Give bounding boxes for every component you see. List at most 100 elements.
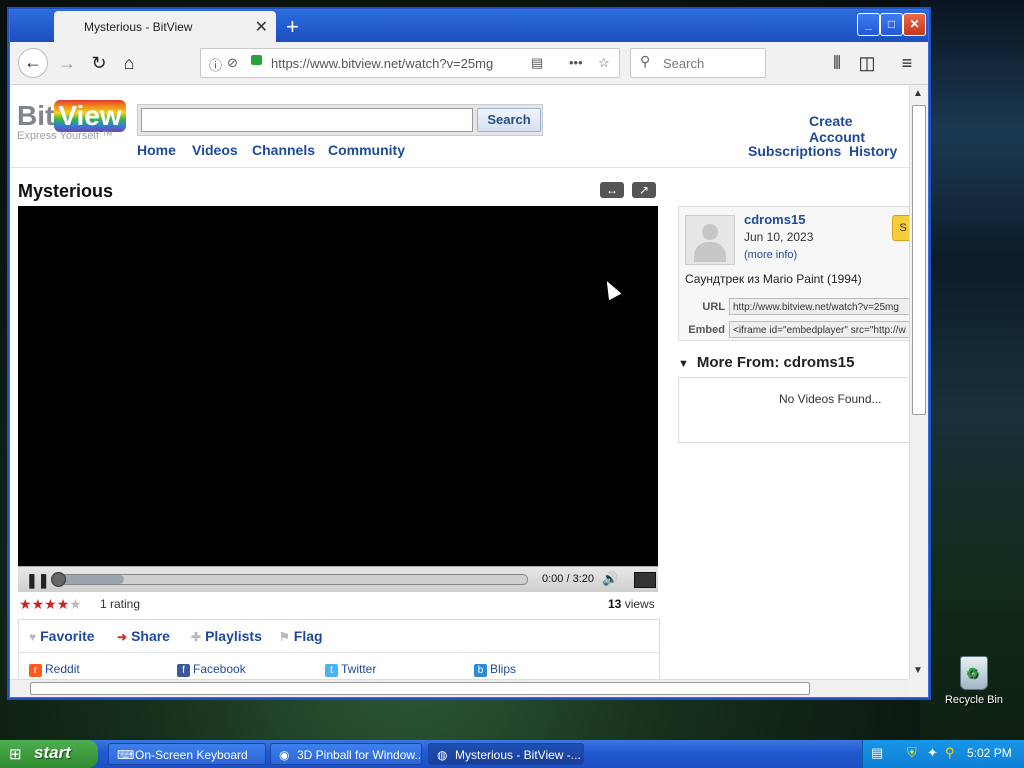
update-icon[interactable]: ✦ bbox=[927, 745, 938, 761]
favorite-label: Favorite bbox=[40, 628, 95, 644]
forward-button[interactable]: → bbox=[54, 50, 80, 76]
taskbar-item-pinball[interactable]: ◉ 3D Pinball for Window... bbox=[270, 743, 422, 765]
reader-view-icon[interactable]: ▤ bbox=[531, 55, 543, 71]
browser-tab[interactable]: Mysterious - BitView ✕ bbox=[54, 11, 276, 42]
recycle-bin-icon: ♻ bbox=[960, 656, 988, 690]
share-reddit[interactable]: r Reddit bbox=[29, 662, 80, 677]
nav-community[interactable]: Community bbox=[328, 142, 405, 158]
volume-icon[interactable]: 🔊 bbox=[602, 571, 618, 587]
security-shield-icon[interactable]: ⛨ bbox=[907, 745, 917, 761]
star-icon[interactable]: ★ bbox=[19, 596, 32, 612]
widescreen-toggle-icon[interactable]: ↔ bbox=[600, 182, 624, 198]
vertical-scrollbar[interactable]: ▲ ▼ bbox=[909, 85, 927, 679]
share-twitter[interactable]: t Twitter bbox=[325, 662, 376, 677]
view-count-label: views bbox=[624, 597, 655, 611]
firefox-icon: ◍ bbox=[437, 748, 448, 762]
blips-icon: b bbox=[474, 664, 487, 677]
window-titlebar: Mysterious - BitView ✕ + _ □ ✕ bbox=[10, 10, 928, 42]
playlists-button[interactable]: ✚ Playlists bbox=[191, 628, 262, 644]
reload-button[interactable]: ↻ bbox=[86, 50, 112, 76]
sidebar-icon[interactable]: ◫ bbox=[854, 50, 880, 76]
vertical-scroll-thumb[interactable] bbox=[912, 105, 926, 415]
url-field[interactable]: http://www.bitview.net/watch?v=25mg bbox=[729, 298, 909, 315]
bitview-logo[interactable]: Bit View Express Yourself ™ bbox=[17, 100, 126, 142]
taskbar-item-label: 3D Pinball for Window... bbox=[297, 748, 422, 762]
taskbar-item-keyboard[interactable]: ⌨ On-Screen Keyboard bbox=[108, 743, 266, 765]
fullscreen-icon[interactable] bbox=[634, 572, 656, 588]
star-icon[interactable]: ★ bbox=[57, 596, 70, 612]
minimize-button[interactable]: _ bbox=[857, 13, 880, 36]
pause-icon[interactable]: ❚❚ bbox=[26, 572, 49, 589]
star-icon[interactable]: ★ bbox=[69, 596, 82, 612]
collapse-triangle-icon[interactable]: ▼ bbox=[678, 358, 689, 370]
horizontal-scroll-thumb[interactable] bbox=[30, 682, 810, 695]
page-viewport: Bit View Express Yourself ™ Search Home V… bbox=[10, 85, 909, 679]
address-bar[interactable]: ⓘ ⊘ https://www.bitview.net/watch?v=25mg… bbox=[200, 48, 620, 78]
popout-icon[interactable]: ↗ bbox=[632, 182, 656, 198]
tracking-icon[interactable]: ⊘ bbox=[227, 55, 238, 71]
search-tray-icon[interactable]: ⚲ bbox=[945, 745, 955, 761]
star-icon[interactable]: ★ bbox=[44, 596, 57, 612]
embed-field[interactable]: <iframe id="embedplayer" src="http://w bbox=[729, 321, 909, 338]
browser-toolbar: ← → ↻ ⌂ ⓘ ⊘ https://www.bitview.net/watc… bbox=[10, 42, 928, 85]
site-search-button[interactable]: Search bbox=[477, 108, 541, 132]
search-placeholder: Search bbox=[663, 56, 705, 71]
create-account-link[interactable]: Create Account bbox=[809, 113, 909, 145]
twitter-icon: t bbox=[325, 664, 338, 677]
start-button[interactable]: ⊞ start bbox=[0, 740, 98, 768]
more-from-header[interactable]: ▼ More From: cdroms15 bbox=[678, 354, 854, 371]
star-icon[interactable]: ★ bbox=[32, 596, 45, 612]
library-icon[interactable]: ⫴ bbox=[824, 50, 850, 76]
taskbar-item-bitview[interactable]: ◍ Mysterious - BitView -... bbox=[428, 743, 584, 765]
favorite-button[interactable]: ♥ Favorite bbox=[29, 628, 95, 644]
history-link[interactable]: History bbox=[849, 143, 897, 159]
home-button[interactable]: ⌂ bbox=[116, 50, 142, 76]
video-description: Саундтрек из Mario Paint (1994) bbox=[685, 272, 862, 286]
menu-icon[interactable]: ≡ bbox=[894, 50, 920, 76]
view-count: 13 views bbox=[608, 597, 655, 611]
info-icon[interactable]: ⓘ bbox=[209, 55, 222, 74]
back-button[interactable]: ← bbox=[18, 48, 48, 78]
nav-channels[interactable]: Channels bbox=[252, 142, 315, 158]
subscribe-button[interactable]: S bbox=[892, 215, 909, 241]
network-icon[interactable]: ▤ bbox=[871, 745, 883, 761]
start-label: start bbox=[34, 743, 71, 762]
lock-icon bbox=[251, 55, 262, 65]
share-button[interactable]: ➜ Share bbox=[117, 628, 170, 644]
new-tab-button[interactable]: + bbox=[286, 14, 299, 40]
clock: 5:02 PM bbox=[967, 746, 1012, 760]
maximize-button[interactable]: □ bbox=[880, 13, 903, 36]
video-actions: ♥ Favorite ➜ Share ✚ Playlists ⚑ Flag r Reddi… bbox=[18, 619, 660, 679]
bookmark-star-icon[interactable]: ☆ bbox=[598, 55, 610, 71]
horizontal-scrollbar[interactable] bbox=[10, 679, 909, 697]
scroll-down-icon[interactable]: ▼ bbox=[913, 665, 923, 676]
page-actions-icon[interactable]: ••• bbox=[569, 55, 583, 70]
scroll-up-icon[interactable]: ▲ bbox=[913, 88, 923, 99]
flag-button[interactable]: ⚑ Flag bbox=[279, 628, 323, 644]
nav-home[interactable]: Home bbox=[137, 142, 176, 158]
site-search-input[interactable] bbox=[141, 108, 473, 132]
uploader-name[interactable]: cdroms15 bbox=[744, 212, 805, 227]
recycle-bin[interactable]: ♻ Recycle Bin bbox=[944, 656, 1004, 706]
share-reddit-label: Reddit bbox=[45, 662, 80, 676]
embed-label: Embed bbox=[688, 324, 725, 336]
share-arrow-icon: ➜ bbox=[117, 630, 128, 644]
share-facebook[interactable]: f Facebook bbox=[177, 662, 246, 677]
rating-stars[interactable]: ★★★★★ bbox=[19, 596, 82, 613]
subscriptions-link[interactable]: Subscriptions bbox=[748, 143, 841, 159]
seek-handle[interactable] bbox=[51, 572, 66, 587]
tab-close-icon[interactable]: ✕ bbox=[255, 17, 268, 37]
browser-search-field[interactable]: ⚲ Search bbox=[630, 48, 766, 78]
video-player[interactable] bbox=[18, 206, 658, 566]
seek-bar[interactable] bbox=[51, 572, 528, 587]
close-button[interactable]: ✕ bbox=[903, 13, 926, 36]
taskbar: ⊞ start ⌨ On-Screen Keyboard ◉ 3D Pinball … bbox=[0, 740, 1024, 768]
upload-date: Jun 10, 2023 bbox=[744, 230, 814, 244]
share-blips[interactable]: b Blips bbox=[474, 662, 516, 677]
logo-view: View bbox=[54, 100, 126, 132]
avatar[interactable] bbox=[685, 215, 735, 265]
video-title: Mysterious bbox=[18, 181, 114, 201]
url-text[interactable]: https://www.bitview.net/watch?v=25mg bbox=[271, 56, 493, 71]
nav-videos[interactable]: Videos bbox=[192, 142, 238, 158]
more-info-link[interactable]: (more info) bbox=[744, 249, 797, 261]
